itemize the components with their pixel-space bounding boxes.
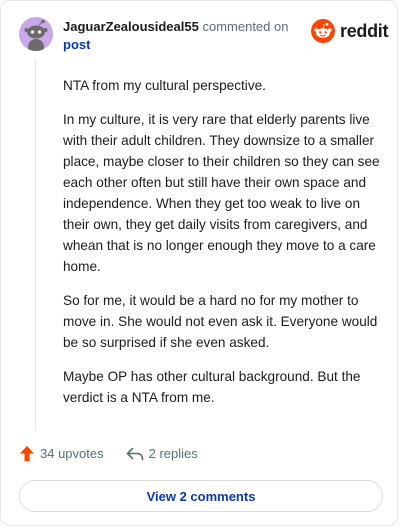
comment-card: JaguarZealousideal55 commented on post r… bbox=[0, 0, 398, 526]
username[interactable]: JaguarZealousideal55 bbox=[63, 19, 199, 34]
thread-line bbox=[35, 59, 36, 431]
view-comments-button[interactable]: View 2 comments bbox=[19, 480, 383, 512]
comment-paragraph: So for me, it would be a hard no for my … bbox=[63, 293, 378, 350]
post-link[interactable]: post bbox=[63, 36, 293, 54]
commented-on-text: commented on bbox=[202, 19, 289, 34]
reddit-snoo-icon bbox=[311, 19, 335, 43]
comment-header: JaguarZealousideal55 commented on post bbox=[63, 18, 293, 54]
comment-actions: 34 upvotes 2 replies bbox=[19, 445, 220, 462]
comment-body: NTA from my cultural perspective. In my … bbox=[63, 75, 381, 421]
upvote-count: 34 upvotes bbox=[40, 446, 104, 461]
reply-arrow-icon bbox=[126, 447, 143, 460]
upvote-button[interactable]: 34 upvotes bbox=[19, 445, 104, 462]
comment-paragraph: In my culture, it is very rare that elde… bbox=[63, 112, 380, 274]
snoo-avatar-icon bbox=[19, 17, 53, 51]
replies-button[interactable]: 2 replies bbox=[126, 446, 198, 461]
comment-paragraph: NTA from my cultural perspective. bbox=[63, 78, 266, 93]
reddit-logo[interactable]: reddit bbox=[311, 19, 389, 43]
upvote-arrow-icon bbox=[20, 446, 34, 461]
brand-name: reddit bbox=[340, 20, 389, 41]
user-avatar[interactable] bbox=[19, 17, 53, 51]
replies-count: 2 replies bbox=[148, 446, 198, 461]
comment-paragraph: Maybe OP has other cultural background. … bbox=[63, 369, 361, 405]
